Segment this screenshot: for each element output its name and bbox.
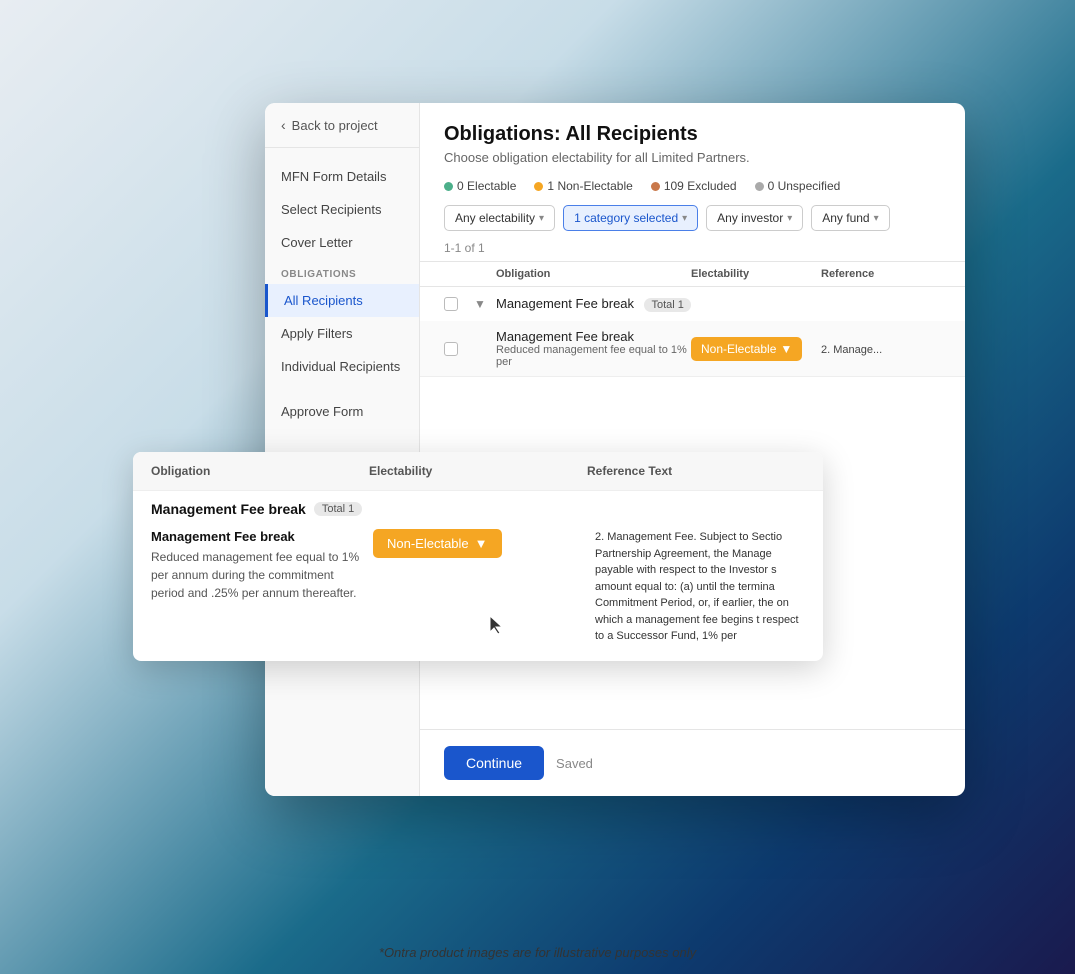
main-modal: ‹ Back to project MFN Form Details Selec… <box>265 103 965 796</box>
back-link[interactable]: ‹ Back to project <box>265 103 419 148</box>
status-excluded: 109 Excluded <box>651 179 737 193</box>
popup-col-reference: Reference Text <box>587 464 805 478</box>
col-electability: Electability <box>691 268 821 280</box>
row-obligation-desc: Reduced management fee equal to 1% per <box>496 344 691 368</box>
sidebar-item-apply-filters[interactable]: Apply Filters <box>265 317 419 350</box>
table-header: Obligation Electability Reference <box>420 261 965 287</box>
status-electable: 0 Electable <box>444 179 516 193</box>
expand-icon[interactable]: ▼ <box>474 297 496 311</box>
popup-body: Management Fee break Total 1 Management … <box>133 491 823 661</box>
popup-obligation-col: Management Fee break Reduced management … <box>151 529 361 645</box>
main-header: Obligations: All Recipients Choose oblig… <box>420 103 965 241</box>
popup-item-name: Management Fee break <box>151 529 361 544</box>
popup-group-total: Total 1 <box>314 502 362 516</box>
sidebar-nav: MFN Form Details Select Recipients Cover… <box>265 148 419 440</box>
main-content: Obligations: All Recipients Choose oblig… <box>420 103 965 796</box>
col-obligation: Obligation <box>496 268 691 280</box>
saved-status: Saved <box>556 756 593 771</box>
electable-dot <box>444 182 453 191</box>
filter-row: Any electability ▾ 1 category selected ▾… <box>444 205 941 231</box>
non-electable-button[interactable]: Non-Electable ▼ <box>691 337 802 361</box>
popup-ref-text: 2. Management Fee. Subject to Sectio Par… <box>595 529 805 645</box>
sidebar-item-select-recipients[interactable]: Select Recipients <box>265 193 419 226</box>
popup-non-electable-button[interactable]: Non-Electable ▼ <box>373 529 502 558</box>
status-unspecified: 0 Unspecified <box>755 179 841 193</box>
col-expand <box>474 268 496 280</box>
continue-button[interactable]: Continue <box>444 746 544 780</box>
chevron-down-icon: ▼ <box>475 536 488 551</box>
non-electable-count: 1 <box>547 179 554 193</box>
sidebar-item-all-recipients[interactable]: All Recipients <box>265 284 419 317</box>
back-link-label: Back to project <box>292 118 378 133</box>
chevron-down-icon: ▾ <box>874 213 879 224</box>
popup-card: Obligation Electability Reference Text M… <box>133 452 823 661</box>
total-badge: Total 1 <box>644 298 690 312</box>
non-electable-dot <box>534 182 543 191</box>
popup-group-row: Management Fee break Total 1 <box>133 491 823 521</box>
popup-electability-col: Non-Electable ▼ <box>373 529 583 645</box>
electable-count: 0 <box>457 179 464 193</box>
row-electability: Non-Electable ▼ <box>691 337 821 361</box>
table-group: ▼ Management Fee break Total 1 Managemen… <box>420 287 965 377</box>
popup-group-name: Management Fee break <box>151 501 306 517</box>
popup-detail-row: Management Fee break Reduced management … <box>133 521 823 661</box>
row-obligation-name: Management Fee break <box>496 329 691 344</box>
chevron-down-icon: ▾ <box>539 213 544 224</box>
table-group-row: ▼ Management Fee break Total 1 <box>420 287 965 321</box>
col-checkbox <box>444 268 474 280</box>
page-title: Obligations: All Recipients <box>444 123 941 146</box>
row-checkbox[interactable] <box>444 342 458 356</box>
group-checkbox[interactable] <box>444 297 458 311</box>
popup-col-electability: Electability <box>369 464 587 478</box>
chevron-down-icon: ▾ <box>787 213 792 224</box>
sidebar-section-obligations: OBLIGATIONS <box>265 259 419 284</box>
sidebar: ‹ Back to project MFN Form Details Selec… <box>265 103 420 796</box>
popup-item-desc: Reduced management fee equal to 1% per a… <box>151 548 361 602</box>
unspecified-count: 0 <box>768 179 775 193</box>
chevron-down-icon: ▼ <box>780 342 792 356</box>
popup-header-row: Obligation Electability Reference Text <box>133 452 823 491</box>
table-sub-row: Management Fee break Reduced management … <box>420 321 965 376</box>
excluded-dot <box>651 182 660 191</box>
sidebar-item-individual-recipients[interactable]: Individual Recipients <box>265 350 419 383</box>
excluded-count: 109 <box>664 179 684 193</box>
filter-investor[interactable]: Any investor ▾ <box>706 205 803 231</box>
back-arrow-icon: ‹ <box>281 117 286 133</box>
popup-col-obligation: Obligation <box>151 464 369 478</box>
sidebar-item-cover-letter[interactable]: Cover Letter <box>265 226 419 259</box>
status-row: 0 Electable 1 Non-Electable 109 Excluded… <box>444 179 941 193</box>
sidebar-item-mfn-form-details[interactable]: MFN Form Details <box>265 160 419 193</box>
results-info: 1-1 of 1 <box>420 241 965 261</box>
modal-footer: Continue Saved <box>420 729 965 796</box>
page-subtitle: Choose obligation electability for all L… <box>444 150 941 165</box>
filter-fund[interactable]: Any fund ▾ <box>811 205 889 231</box>
chevron-down-icon: ▾ <box>682 213 687 224</box>
unspecified-dot <box>755 182 764 191</box>
status-non-electable: 1 Non-Electable <box>534 179 632 193</box>
popup-reference-col: 2. Management Fee. Subject to Sectio Par… <box>595 529 805 645</box>
group-obligation-name: Management Fee break Total 1 <box>496 295 691 313</box>
row-reference: 2. Manage... <box>821 340 941 358</box>
footnote: *Ontra product images are for illustrati… <box>0 945 1075 960</box>
col-reference: Reference <box>821 268 941 280</box>
filter-electability[interactable]: Any electability ▾ <box>444 205 555 231</box>
row-obligation: Management Fee break Reduced management … <box>496 329 691 368</box>
sidebar-item-approve-form[interactable]: Approve Form <box>265 395 419 428</box>
filter-category[interactable]: 1 category selected ▾ <box>563 205 698 231</box>
